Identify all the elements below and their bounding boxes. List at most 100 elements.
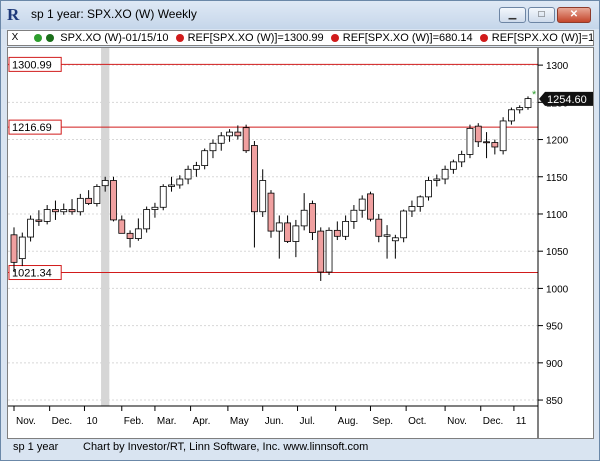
- candle-up: [433, 178, 441, 181]
- highlight-band: [101, 48, 110, 406]
- reference-label: 1216.69: [12, 122, 52, 134]
- candle-down: [242, 127, 250, 152]
- candle-down: [52, 209, 59, 213]
- close-button[interactable]: ✕: [557, 7, 591, 23]
- candle-up: [441, 168, 449, 180]
- legend-item-ref-3[interactable]: REF[SPX.XO (W)]=10: [492, 31, 593, 45]
- y-tick-label: 1300: [546, 61, 569, 72]
- candle-up: [60, 209, 68, 213]
- candle-up: [76, 197, 84, 213]
- candle-down: [367, 193, 374, 220]
- y-tick-label: 900: [546, 359, 563, 370]
- candle-up: [391, 237, 399, 242]
- reference-label: 1300.99: [12, 59, 52, 71]
- candle-up: [93, 186, 101, 204]
- y-tick-label: 1050: [546, 247, 569, 258]
- candle-up: [151, 206, 159, 210]
- candle-down: [35, 219, 43, 222]
- last-price-label: 1254.60: [547, 94, 587, 106]
- candle-up: [184, 168, 192, 180]
- candle-up: [516, 107, 524, 111]
- candle-up: [27, 218, 34, 238]
- x-tick-label: Sep.: [372, 416, 393, 427]
- legend-item-ref-2[interactable]: REF[SPX.XO (W)]=680.14: [343, 31, 473, 45]
- x-tick-label: Nov.: [447, 416, 467, 427]
- candle-down: [483, 141, 490, 144]
- chart-window: R sp 1 year: SPX.XO (W) Weekly ▁ □ ✕ X S…: [0, 0, 600, 461]
- candle-down: [85, 197, 93, 204]
- x-tick-label: Aug.: [338, 416, 359, 427]
- title-bar[interactable]: R sp 1 year: SPX.XO (W) Weekly ▁ □ ✕: [1, 1, 599, 29]
- legend-item-ref-1[interactable]: REF[SPX.XO (W)]=1300.99: [188, 31, 324, 45]
- candle-up: [201, 150, 209, 166]
- price-chart[interactable]: 1300.99 1216.69 1021.34 850 900 950 1000 1050 11…: [8, 48, 593, 438]
- candle-down: [333, 229, 341, 237]
- x-tick-label: 10: [86, 416, 98, 427]
- candle-up: [524, 98, 532, 108]
- candle-up: [425, 180, 432, 198]
- candle-up: [342, 221, 350, 237]
- candle-up: [209, 142, 217, 152]
- candle-down: [284, 222, 291, 242]
- candle-up: [192, 165, 200, 170]
- y-tick-label: 1200: [546, 136, 569, 147]
- legend-red-dot-icon: [330, 34, 339, 42]
- candle-down: [110, 180, 117, 221]
- last-price-marker: *: [532, 89, 537, 101]
- x-tick-label: Jun.: [265, 416, 284, 427]
- restore-button[interactable]: □: [528, 7, 555, 23]
- candle-up: [43, 209, 51, 222]
- y-tick-label: 1000: [546, 284, 569, 295]
- candle-down: [68, 209, 76, 213]
- candle-up: [275, 222, 283, 232]
- x-tick-label: Feb.: [124, 416, 144, 427]
- legend-bar: X SPX.XO (W)-01/15/10 REF[SPX.XO (W)]=13…: [7, 30, 594, 46]
- candle-up: [408, 206, 416, 212]
- candle-down: [234, 131, 242, 137]
- candle-down: [126, 232, 134, 239]
- candle-up: [508, 109, 515, 122]
- candle-up: [101, 180, 109, 187]
- y-tick-label: 950: [546, 322, 563, 333]
- candle-up: [259, 180, 267, 213]
- legend-item-price[interactable]: SPX.XO (W)-01/15/10: [60, 31, 168, 45]
- candle-up: [292, 225, 300, 242]
- minimize-button[interactable]: ▁: [499, 7, 526, 23]
- candle-up: [168, 184, 175, 187]
- candle-up: [176, 178, 184, 186]
- candle-up: [383, 234, 391, 237]
- legend-green-dot-icon: [34, 34, 43, 42]
- candle-up: [18, 236, 26, 260]
- x-tick-label: Jul.: [300, 416, 316, 427]
- x-tick-label: Apr.: [193, 416, 211, 427]
- y-tick-label: 1100: [546, 210, 568, 221]
- candle-down: [317, 230, 325, 273]
- candle-down: [375, 218, 383, 237]
- candle-up: [143, 209, 151, 230]
- legend-dark-green-dot-icon: [46, 34, 55, 42]
- candle-up: [300, 209, 308, 227]
- x-tick-label: Dec.: [483, 416, 504, 427]
- status-chart-name: sp 1 year: [13, 441, 59, 453]
- candle-down: [491, 142, 499, 148]
- candle-down: [474, 125, 482, 143]
- x-tick-label: Nov.: [16, 416, 36, 427]
- x-tick-label: Oct.: [408, 416, 426, 427]
- candle-up: [350, 209, 358, 222]
- candle-down: [10, 234, 18, 263]
- legend-red-dot-icon: [479, 34, 488, 42]
- x-tick-label: 11: [516, 416, 527, 427]
- chart-frame[interactable]: 1300.99 1216.69 1021.34 850 900 950 1000 1050 11…: [7, 47, 594, 439]
- candle-up: [458, 154, 466, 163]
- status-bar: sp 1 year Chart by Investor/RT, Linn Sof…: [7, 439, 594, 455]
- candle-down: [251, 145, 258, 213]
- window-title: sp 1 year: SPX.XO (W) Weekly: [31, 7, 197, 21]
- legend-red-dot-icon: [175, 34, 184, 42]
- candle-up: [159, 186, 167, 208]
- candle-up: [217, 135, 225, 144]
- reference-label: 1021.34: [12, 268, 52, 280]
- legend-close-icon[interactable]: X: [8, 31, 22, 45]
- candle-up: [325, 229, 333, 273]
- x-tick-label: Dec.: [52, 416, 73, 427]
- candle-down: [309, 203, 316, 233]
